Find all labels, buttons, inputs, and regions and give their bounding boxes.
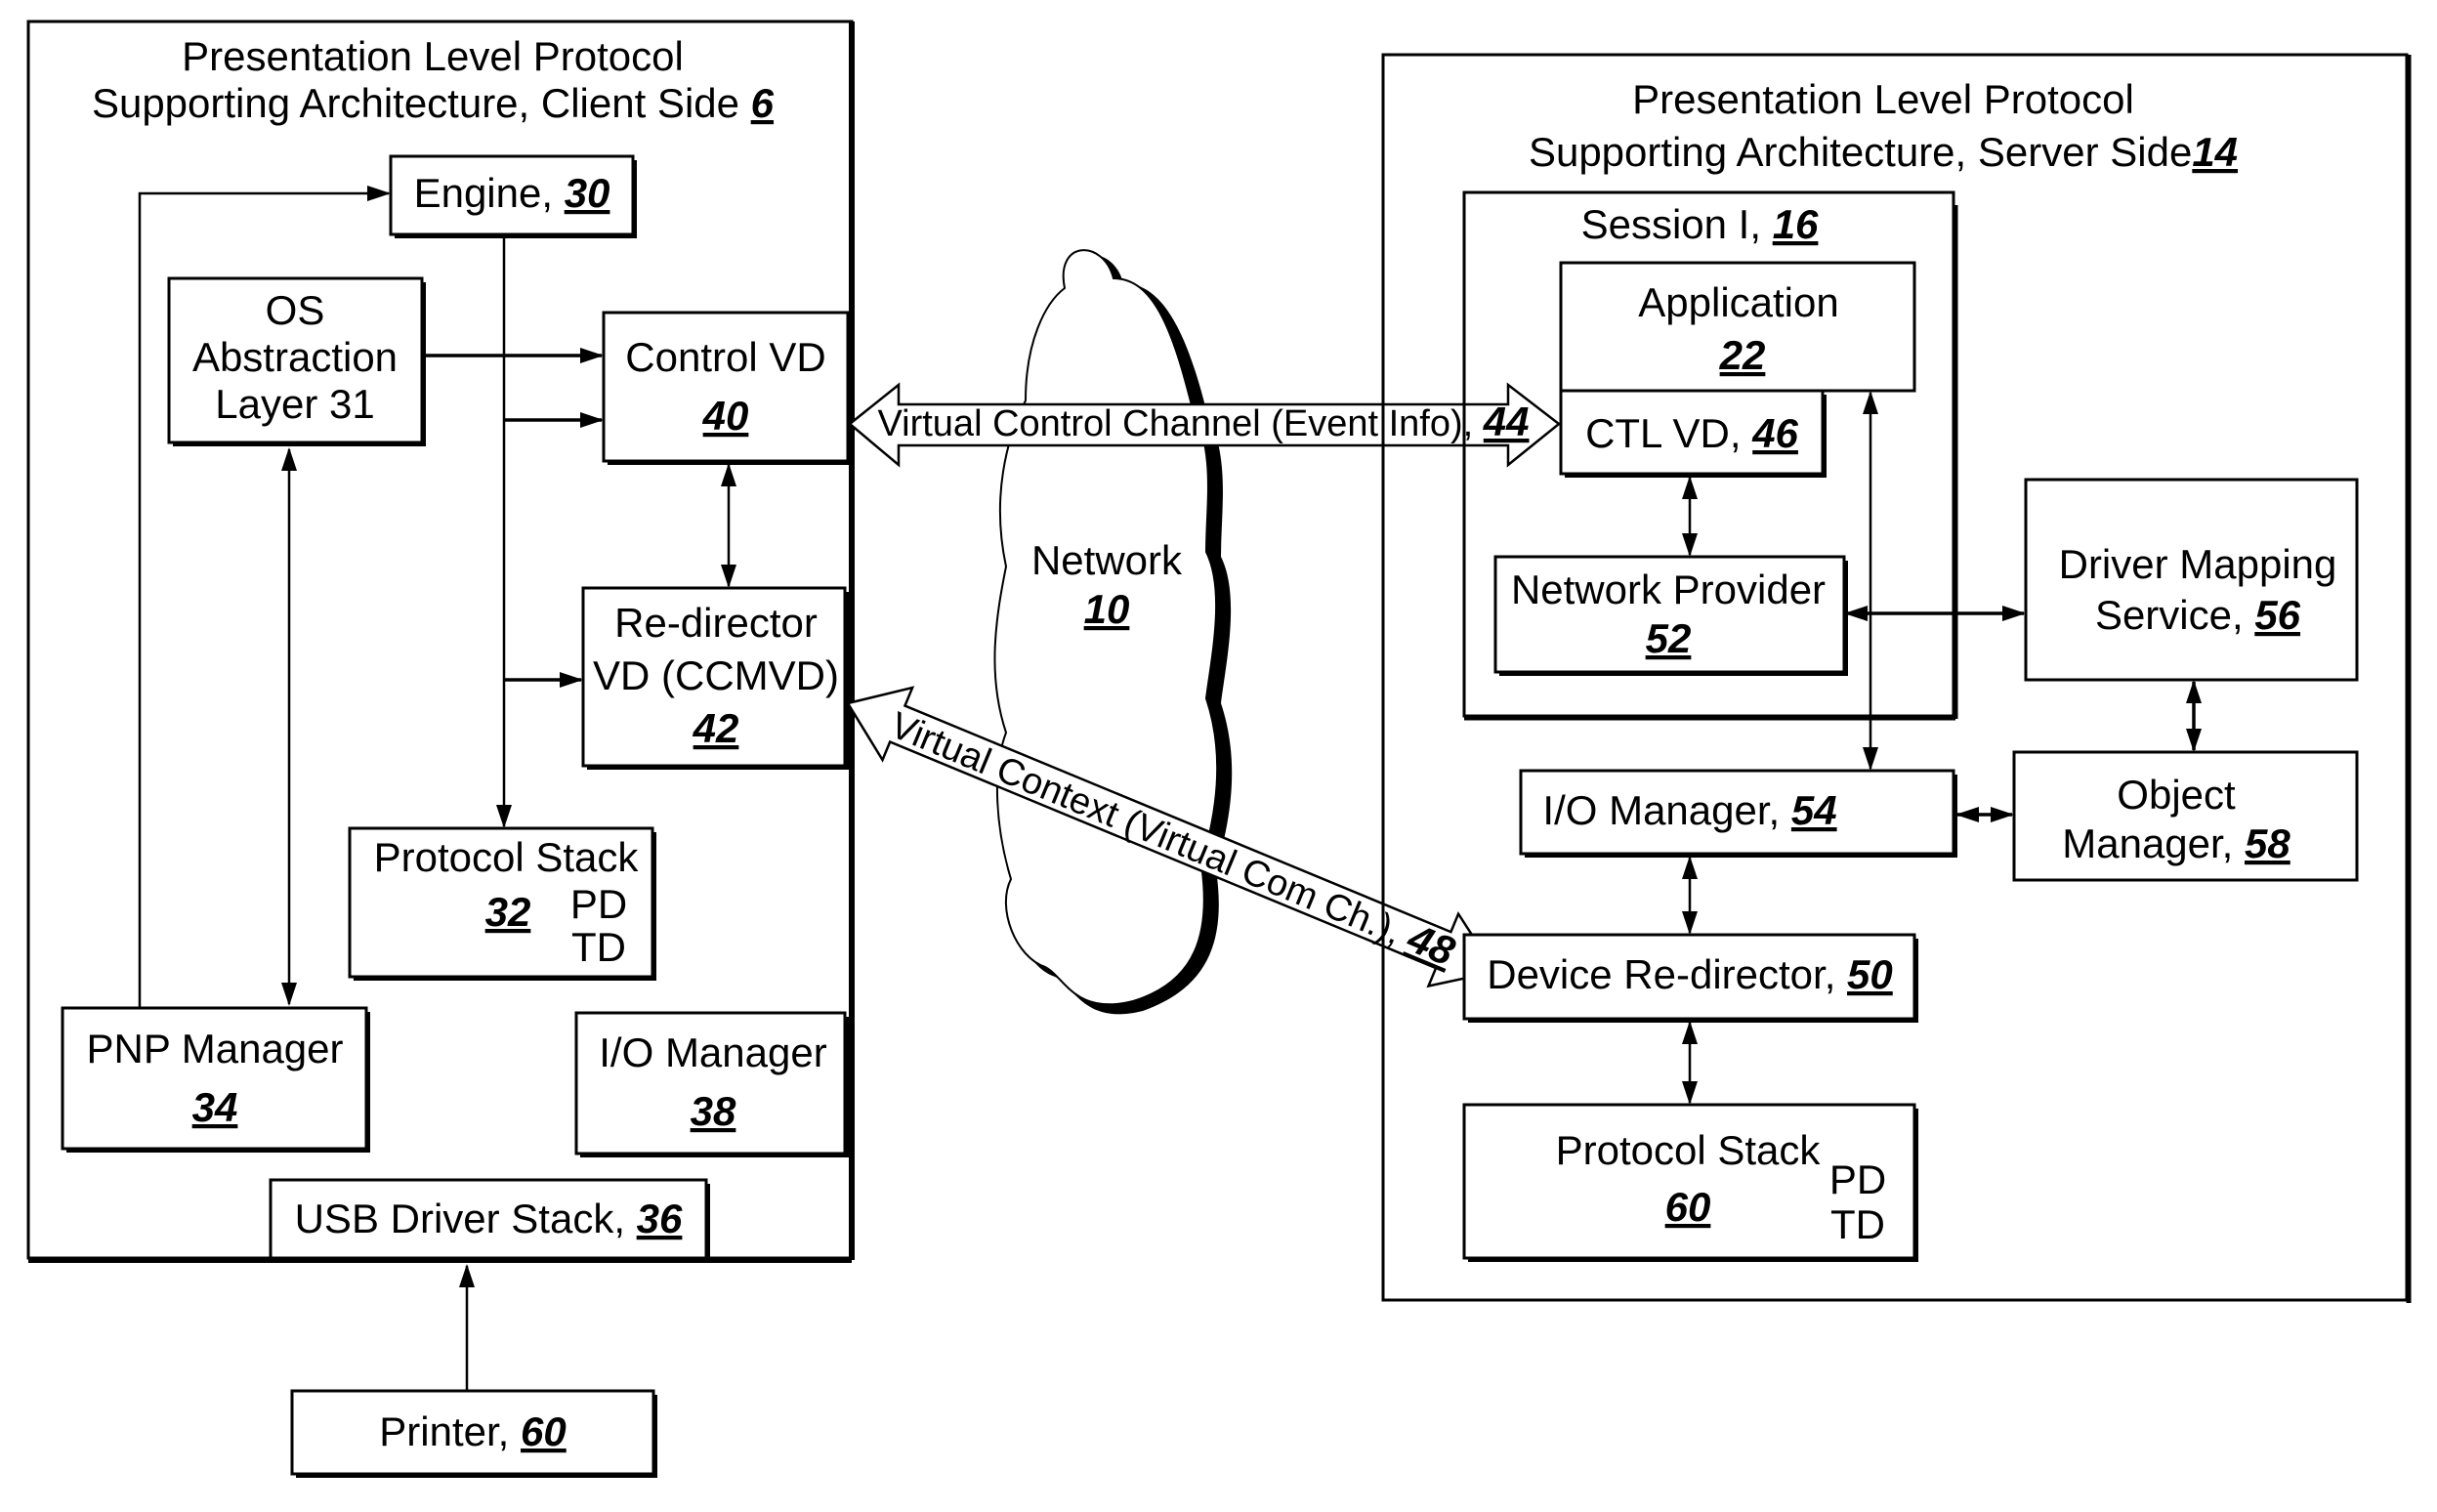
server-protocol-stack-td: TD	[1830, 1201, 1885, 1247]
network-label: Network	[1031, 537, 1183, 583]
printer-box[interactable]: Printer, 60	[290, 1389, 657, 1478]
client-protocol-stack-label: Protocol Stack	[374, 834, 640, 880]
svg-text:CTL VD, 46: CTL VD, 46	[1585, 410, 1798, 456]
server-title-ref: 14	[2192, 129, 2238, 175]
pnp-manager-ref: 34	[192, 1084, 238, 1130]
network-provider-ref: 52	[1646, 615, 1692, 661]
svg-text:Device Re-director, 50: Device Re-director, 50	[1487, 951, 1893, 997]
network-ref: 10	[1084, 586, 1130, 632]
client-io-manager-ref: 38	[691, 1088, 736, 1134]
svg-text:Service, 56: Service, 56	[2095, 592, 2301, 638]
ctl-vd-ref: 46	[1751, 410, 1798, 456]
session-ref: 16	[1773, 201, 1819, 247]
application-label: Application	[1638, 279, 1838, 325]
server-io-manager-ref: 54	[1791, 787, 1837, 833]
control-vd-box[interactable]: Control VD 40	[602, 311, 852, 465]
server-io-manager-box[interactable]: I/O Manager, 54	[1519, 769, 1957, 858]
client-io-manager-box[interactable]: I/O Manager 38	[574, 1011, 849, 1157]
driver-mapping-ref: 56	[2254, 592, 2300, 638]
control-vd-label: Control VD	[625, 334, 825, 380]
svg-text:I/O Manager, 54: I/O Manager, 54	[1542, 787, 1836, 833]
usb-driver-stack-box[interactable]: USB Driver Stack, 36	[269, 1178, 710, 1262]
network-cloud: Network 10	[993, 249, 1233, 1015]
printer-label: Printer,	[379, 1408, 521, 1454]
server-protocol-stack-label: Protocol Stack	[1556, 1127, 1822, 1173]
usb-driver-stack-label: USB Driver Stack,	[295, 1196, 637, 1241]
network-provider-label: Network Provider	[1511, 567, 1826, 612]
redirector-vd-ref: 42	[693, 705, 739, 751]
os-abstraction-line2: Abstraction	[192, 334, 398, 380]
client-protocol-stack-box[interactable]: Protocol Stack 32 PD TD	[348, 826, 656, 981]
device-redirector-ref: 50	[1847, 951, 1893, 997]
redirector-vd-line2: VD (CCMVD)	[593, 652, 839, 698]
svg-text:Engine, 30: Engine, 30	[414, 170, 610, 216]
svg-text:USB Driver Stack, 36: USB Driver Stack, 36	[295, 1196, 683, 1241]
redirector-vd-box[interactable]: Re-director VD (CCMVD) 42	[581, 586, 849, 770]
application-ref: 22	[1719, 332, 1766, 378]
server-title-line1: Presentation Level Protocol	[1632, 76, 2134, 122]
redirector-vd-line1: Re-director	[614, 600, 818, 646]
driver-mapping-service-box[interactable]: Driver Mapping Service, 56	[2024, 478, 2359, 682]
client-io-manager-label: I/O Manager	[599, 1029, 826, 1075]
virtual-control-channel-ref: 44	[1483, 399, 1530, 444]
session-label: Session I,	[1581, 201, 1773, 247]
application-box[interactable]: Application 22	[1559, 261, 1916, 393]
client-side-architecture: Presentation Level Protocol Supporting A…	[26, 20, 855, 1263]
ctl-vd-label: CTL VD,	[1585, 410, 1752, 456]
ctl-vd-box[interactable]: CTL VD, 46	[1559, 389, 1827, 478]
device-redirector-label: Device Re-director,	[1487, 951, 1847, 997]
client-protocol-stack-pd: PD	[570, 881, 627, 927]
architecture-diagram: Presentation Level Protocol Supporting A…	[26, 20, 2412, 1478]
client-title-ref: 6	[751, 80, 775, 126]
driver-mapping-line2: Service,	[2095, 592, 2254, 638]
os-abstraction-line1: OS	[266, 287, 325, 333]
engine-box[interactable]: Engine, 30	[389, 154, 637, 238]
svg-text:Printer, 60: Printer, 60	[379, 1408, 566, 1454]
printer-ref: 60	[521, 1408, 567, 1454]
server-protocol-stack-box[interactable]: Protocol Stack 60 PD TD	[1462, 1103, 1918, 1262]
server-title-line2: Supporting Architecture, Server Side14	[1529, 129, 2238, 175]
object-manager-box[interactable]: Object Manager, 58	[2012, 750, 2359, 882]
os-abstraction-line3: Layer 31	[215, 381, 374, 427]
pnp-manager-box[interactable]: PNP Manager 34	[61, 1006, 370, 1153]
server-side-architecture: Presentation Level Protocol Supporting A…	[1381, 53, 2412, 1303]
svg-text:Manager, 58: Manager, 58	[2062, 820, 2290, 866]
object-manager-line1: Object	[2117, 772, 2236, 818]
client-title-line1: Presentation Level Protocol	[182, 33, 684, 79]
client-protocol-stack-ref: 32	[485, 889, 531, 935]
os-abstraction-layer-box[interactable]: OS Abstraction Layer 31	[167, 276, 426, 446]
client-title-line2: Supporting Architecture, Client Side 6	[92, 80, 775, 126]
object-manager-line2: Manager,	[2062, 820, 2245, 866]
pnp-manager-label: PNP Manager	[86, 1026, 343, 1071]
control-vd-ref: 40	[702, 393, 749, 439]
virtual-control-channel-label: Virtual Control Channel (Event Info),	[877, 403, 1483, 444]
engine-label: Engine,	[414, 170, 565, 216]
svg-text:Virtual Control Channel (Event: Virtual Control Channel (Event Info), 44	[877, 399, 1529, 444]
server-io-manager-label: I/O Manager,	[1542, 787, 1790, 833]
usb-driver-stack-ref: 36	[637, 1196, 683, 1241]
server-protocol-stack-ref: 60	[1665, 1184, 1711, 1230]
device-redirector-box[interactable]: Device Re-director, 50	[1462, 933, 1918, 1023]
engine-ref: 30	[565, 170, 610, 216]
driver-mapping-line1: Driver Mapping	[2059, 541, 2337, 587]
server-protocol-stack-pd: PD	[1829, 1156, 1886, 1202]
svg-text:Session I, 16: Session I, 16	[1581, 201, 1819, 247]
object-manager-ref: 58	[2245, 820, 2290, 866]
network-provider-box[interactable]: Network Provider 52	[1493, 555, 1848, 676]
client-protocol-stack-td: TD	[571, 924, 626, 970]
